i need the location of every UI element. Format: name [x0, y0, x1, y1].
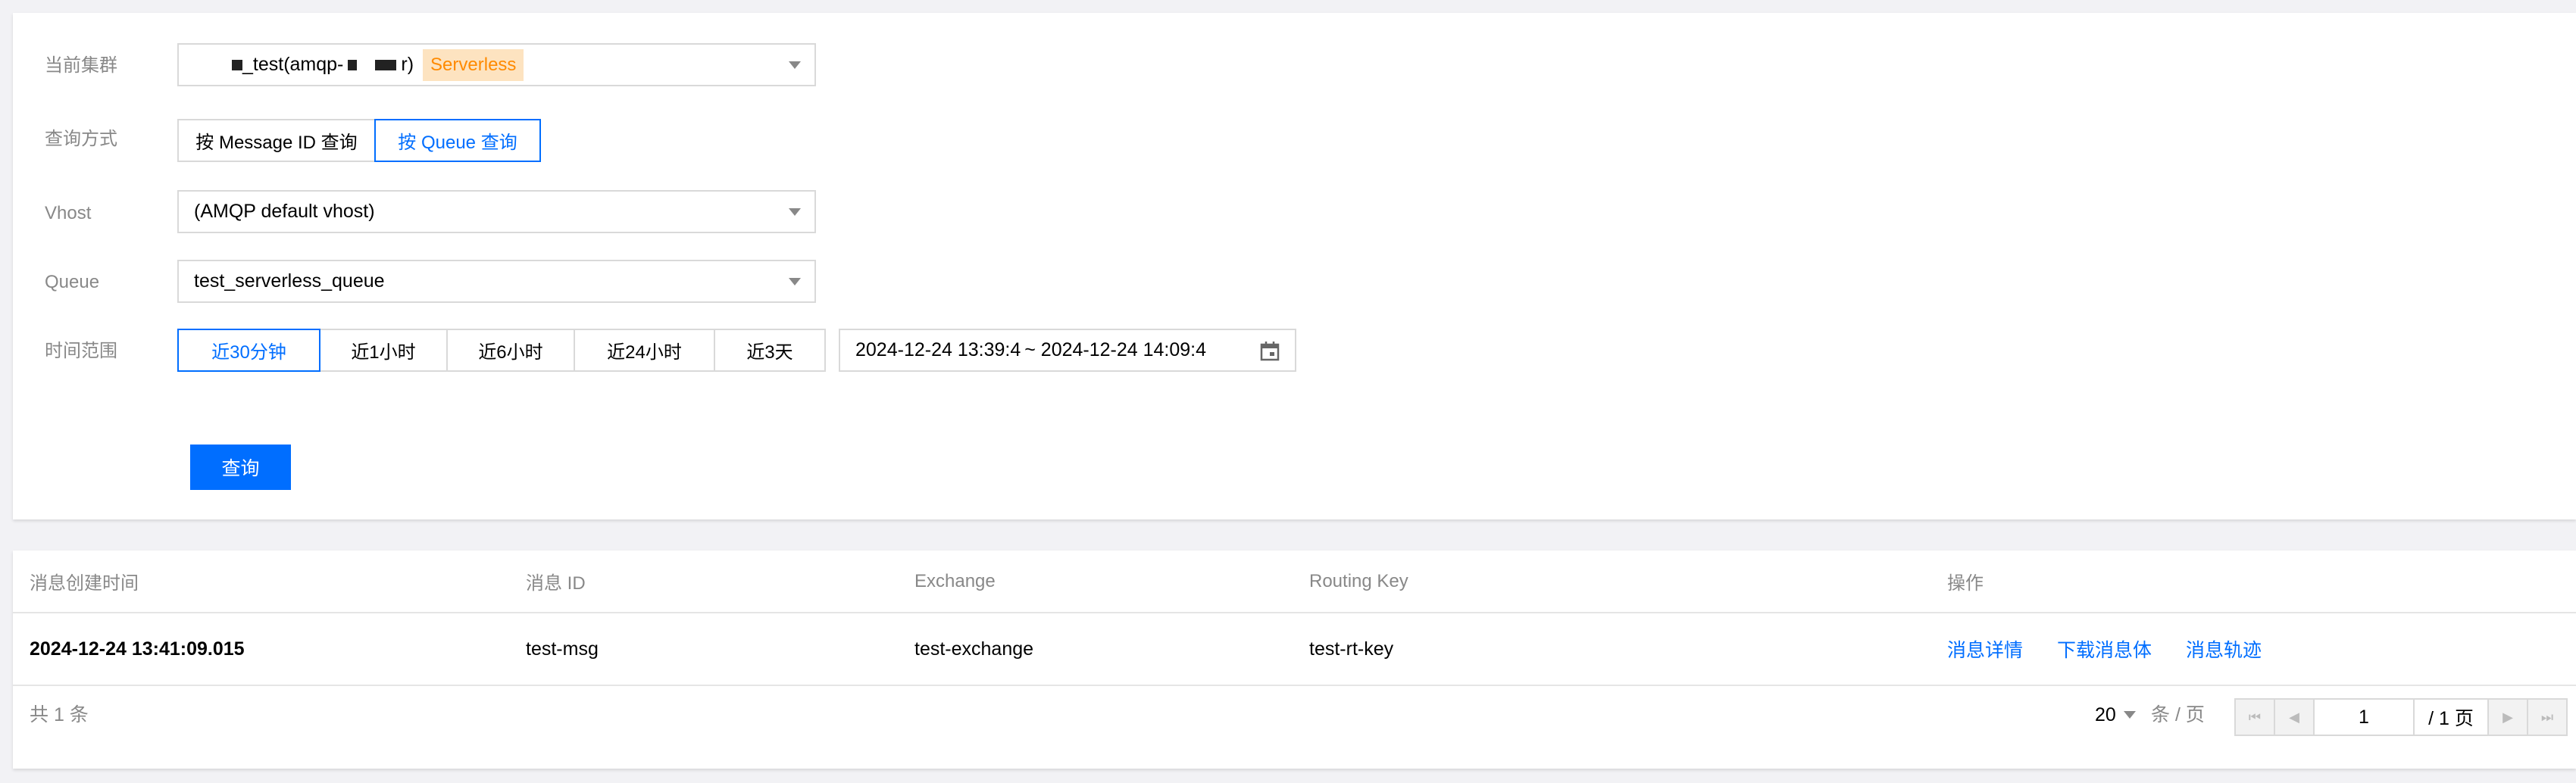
serverless-badge: Serverless — [423, 48, 524, 81]
preset-24h-button[interactable]: 近24小时 — [574, 329, 715, 372]
page-size-unit: 条 / 页 — [2151, 704, 2205, 725]
query-mode-label: 查询方式 — [45, 129, 117, 149]
column-header-routing-key: Routing Key — [1309, 551, 1947, 613]
page-number-input[interactable]: 1 — [2315, 700, 2415, 735]
table-header-row: 消息创建时间 消息 ID Exchange Routing Key 操作 — [13, 551, 2576, 613]
cluster-name: _test(amqp- — [242, 53, 344, 75]
redacted-block — [232, 59, 242, 70]
calendar-icon — [1260, 342, 1280, 361]
page-size-value: 20 — [2095, 704, 2116, 725]
download-body-link[interactable]: 下载消息体 — [2057, 640, 2152, 661]
redacted-block — [348, 59, 358, 70]
time-range-label: 时间范围 — [45, 341, 117, 361]
mode-queue-button[interactable]: 按 Queue 查询 — [374, 119, 541, 162]
vhost-select[interactable]: (AMQP default vhost) — [177, 190, 816, 233]
preset-3d-button[interactable]: 近3天 — [714, 329, 826, 372]
mode-message-id-button[interactable]: 按 Message ID 查询 — [177, 119, 376, 162]
vhost-value: (AMQP default vhost) — [194, 201, 375, 222]
time-range-presets: 近30分钟 近1小时 近6小时 近24小时 近3天 — [177, 329, 826, 372]
table-row: 2024-12-24 13:41:09.015 test-msg test-ex… — [13, 613, 2576, 686]
date-range-value: 2024-12-24 13:39:4 ~ 2024-12-24 14:09:4 — [855, 339, 1207, 360]
pagination: ⏮ ◀ 1 / 1 页 ▶ ⏭ — [2234, 698, 2568, 736]
cluster-suffix: r) — [401, 53, 414, 75]
prev-page-icon[interactable]: ◀ — [2275, 700, 2315, 735]
chevron-down-icon — [789, 208, 801, 216]
last-page-icon[interactable]: ⏭ — [2528, 700, 2566, 735]
total-count: 共 1 条 — [30, 704, 89, 725]
redacted-block — [375, 59, 397, 70]
message-detail-link[interactable]: 消息详情 — [1947, 640, 2023, 661]
results-panel: 消息创建时间 消息 ID Exchange Routing Key 操作 202… — [13, 551, 2576, 769]
preset-6h-button[interactable]: 近6小时 — [446, 329, 575, 372]
cell-routing-key: test-rt-key — [1309, 613, 1947, 686]
page-size-select[interactable]: 20 — [2095, 703, 2136, 726]
cluster-select[interactable]: _test(amqp-r) Serverless — [177, 43, 816, 86]
column-header-actions: 操作 — [1947, 551, 2576, 613]
queue-label: Queue — [45, 272, 100, 292]
chevron-down-icon — [789, 61, 801, 69]
cell-created: 2024-12-24 13:41:09.015 — [13, 613, 526, 686]
cell-exchange: test-exchange — [914, 613, 1309, 686]
first-page-icon[interactable]: ⏮ — [2236, 700, 2275, 735]
vhost-label: Vhost — [45, 203, 92, 223]
cluster-label: 当前集群 — [45, 55, 117, 76]
queue-select[interactable]: test_serverless_queue — [177, 260, 816, 303]
cell-message-id: test-msg — [526, 613, 914, 686]
queue-value: test_serverless_queue — [194, 270, 385, 292]
date-range-picker[interactable]: 2024-12-24 13:39:4 ~ 2024-12-24 14:09:4 — [839, 329, 1296, 372]
column-header-exchange: Exchange — [914, 551, 1309, 613]
column-header-message-id: 消息 ID — [526, 551, 914, 613]
cell-actions: 消息详情 下载消息体 消息轨迹 — [1947, 613, 2576, 686]
query-panel: 当前集群 _test(amqp-r) Serverless 查询方式 按 Mess… — [13, 13, 2576, 519]
results-table: 消息创建时间 消息 ID Exchange Routing Key 操作 202… — [13, 551, 2576, 686]
message-trace-link[interactable]: 消息轨迹 — [2186, 640, 2262, 661]
page-total: / 1 页 — [2415, 700, 2489, 735]
preset-30min-button[interactable]: 近30分钟 — [177, 329, 320, 372]
next-page-icon[interactable]: ▶ — [2489, 700, 2528, 735]
preset-1h-button[interactable]: 近1小时 — [319, 329, 448, 372]
chevron-down-icon — [2123, 711, 2136, 719]
query-mode-toggle: 按 Message ID 查询 按 Queue 查询 — [177, 119, 541, 162]
chevron-down-icon — [789, 278, 801, 285]
column-header-created: 消息创建时间 — [13, 551, 526, 613]
search-button[interactable]: 查询 — [190, 445, 291, 490]
